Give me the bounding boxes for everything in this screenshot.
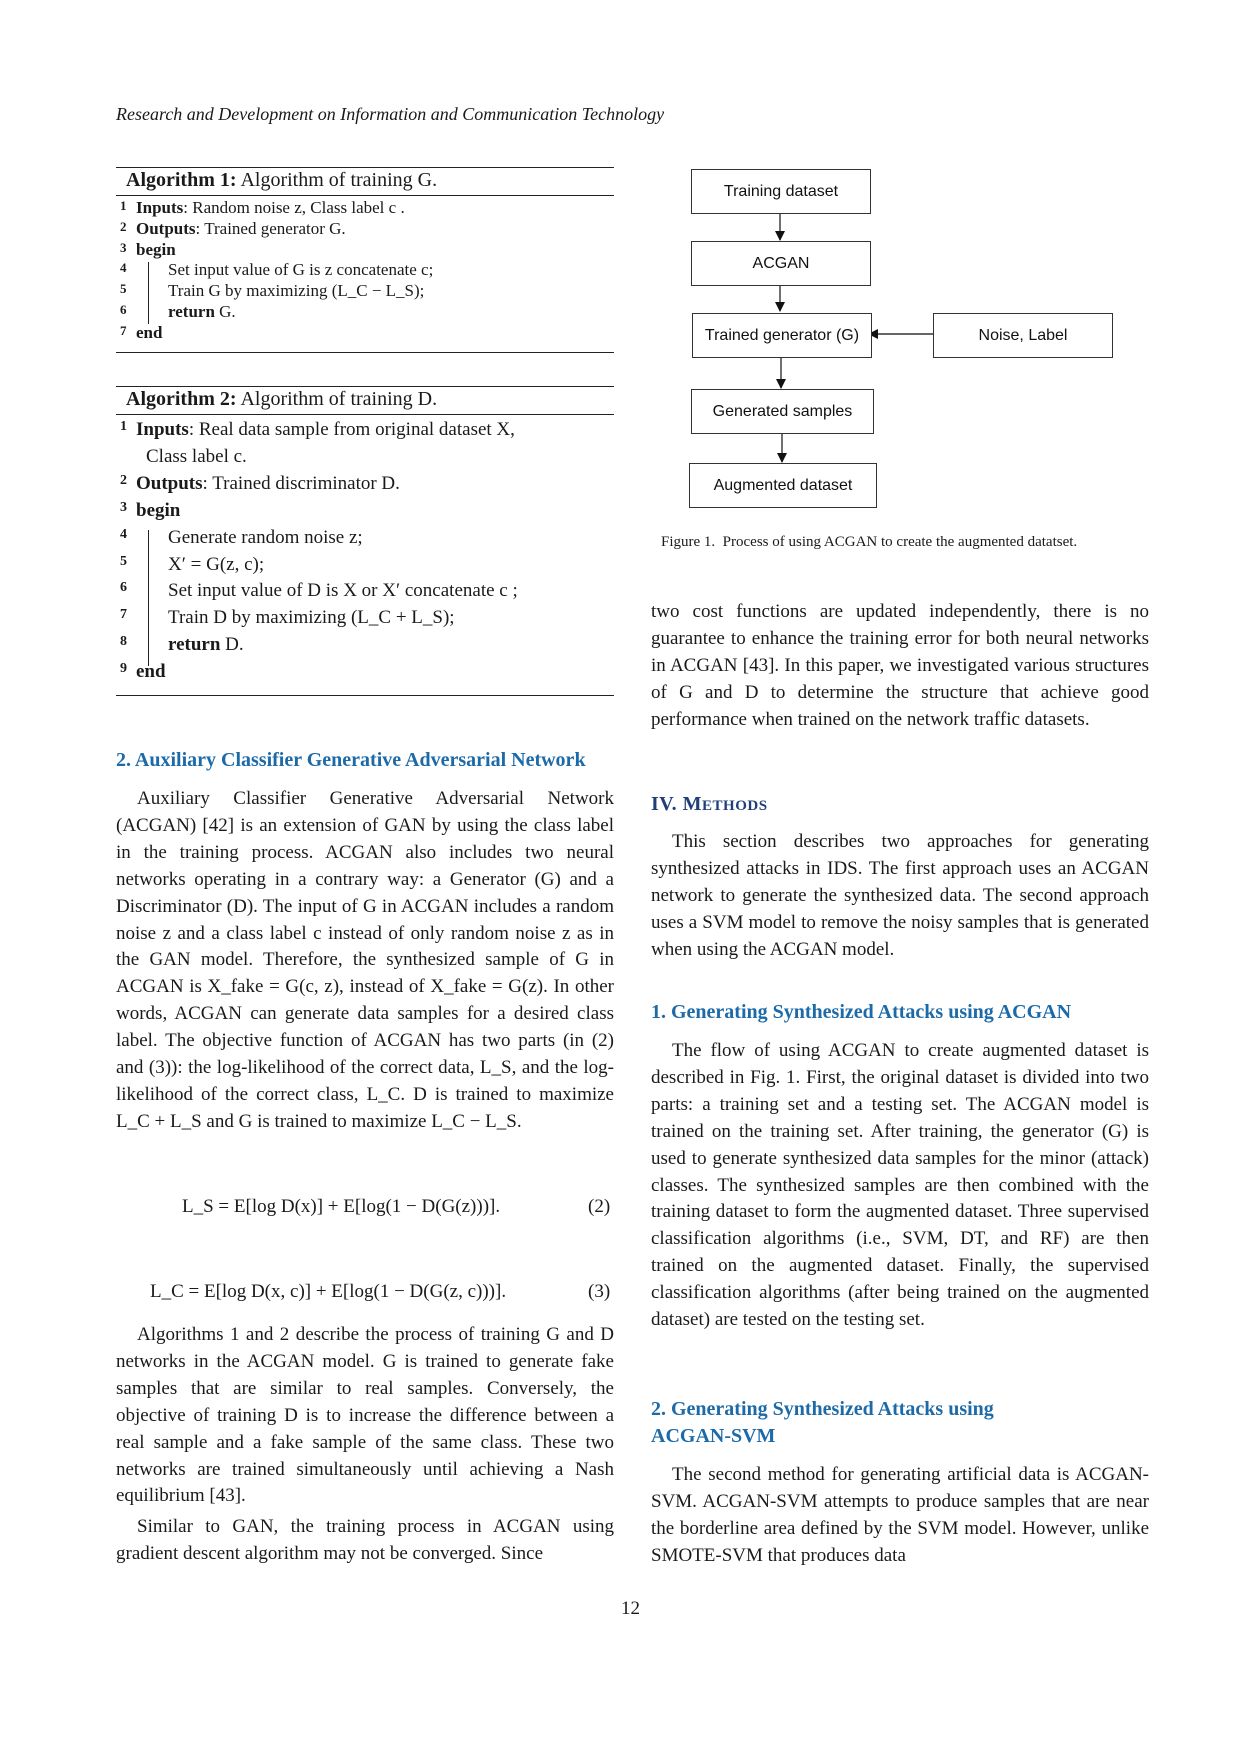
line-number: 8 (120, 634, 127, 650)
acgan-paragraph-1: Auxiliary Classifier Generative Adversar… (116, 786, 614, 1136)
acgan-paragraph-2-text: Algorithms 1 and 2 describe the process … (116, 1324, 614, 1507)
line-number: 6 (120, 580, 127, 596)
methods-title-rest: ETHODS (702, 798, 768, 814)
right-continuation: two cost functions are updated independe… (651, 599, 1149, 734)
algorithm-line: 8 return D. (120, 634, 244, 656)
line-text: return D. (168, 634, 244, 656)
methods-intro: This section describes two approaches fo… (651, 829, 1149, 964)
figure-box-training-dataset: Training dataset (691, 169, 871, 214)
line-keyword: return (168, 634, 221, 656)
section-heading-methods: IV. METHODS (651, 793, 768, 816)
equation-3: L_C = E[log D(x, c)] + E[log(1 − D(G(z, … (150, 1281, 507, 1302)
figure-box-acgan: ACGAN (691, 241, 871, 286)
line-text: Train D by maximizing (L_C + L_S); (168, 607, 455, 629)
acgan-paragraph-2: Algorithms 1 and 2 describe the process … (116, 1322, 614, 1568)
subsection-heading-2: 2. Generating Synthesized Attacks using … (651, 1396, 1149, 1450)
algorithm-line: 6 Set input value of D is X or X′ concate… (120, 580, 518, 602)
subsection-2-body: The second method for generating artific… (651, 1462, 1149, 1570)
methods-numeral: IV. (651, 793, 678, 815)
figure-box-generated-samples: Generated samples (691, 389, 874, 434)
figure-1-arrows (775, 212, 933, 463)
figure-box-noise-label: Noise, Label (933, 313, 1113, 358)
line-number: 9 (120, 661, 127, 677)
subsection-1-body: The flow of using ACGAN to create augmen… (651, 1038, 1149, 1334)
line-text: end (136, 661, 166, 682)
subsection-2-text: The second method for generating artific… (651, 1464, 1149, 1566)
figure-box-trained-generator: Trained generator (G) (692, 313, 872, 358)
algorithm-line: 7 Train D by maximizing (L_C + L_S); (120, 607, 455, 629)
figure-box-augmented-dataset: Augmented dataset (689, 463, 877, 508)
acgan-paragraph-3-text: Similar to GAN, the training process in … (116, 1516, 614, 1565)
section-heading-acgan: 2. Auxiliary Classifier Generative Adver… (116, 749, 586, 771)
methods-intro-text: This section describes two approaches fo… (651, 831, 1149, 960)
alg2-bottom-rule (116, 695, 614, 696)
line-number: 7 (120, 607, 127, 623)
subsection-heading-1: 1. Generating Synthesized Attacks using … (651, 1001, 1072, 1023)
subsection-2-heading-line1: 2. Generating Synthesized Attacks using (651, 1398, 994, 1420)
equation-2-number: (2) (588, 1196, 611, 1217)
right-continuation-text: two cost functions are updated independe… (651, 601, 1149, 730)
page-number: 12 (621, 1598, 640, 1619)
subsection-1-text: The flow of using ACGAN to create augmen… (651, 1040, 1149, 1331)
equation-2: L_S = E[log D(x)] + E[log(1 − D(G(z)))]. (182, 1196, 501, 1217)
equation-3-number: (3) (588, 1281, 611, 1302)
algorithm-line: 9 end (120, 661, 166, 683)
figure-1-caption: Figure 1. Process of using ACGAN to crea… (661, 534, 1078, 550)
line-text: Set input value of D is X or X′ concaten… (168, 580, 518, 602)
acgan-paragraph-1-text: Auxiliary Classifier Generative Adversar… (116, 788, 614, 1132)
methods-title-first: M (682, 793, 703, 815)
line-keyword: end (136, 661, 166, 683)
subsection-2-heading-line2: ACGAN-SVM (651, 1425, 776, 1447)
